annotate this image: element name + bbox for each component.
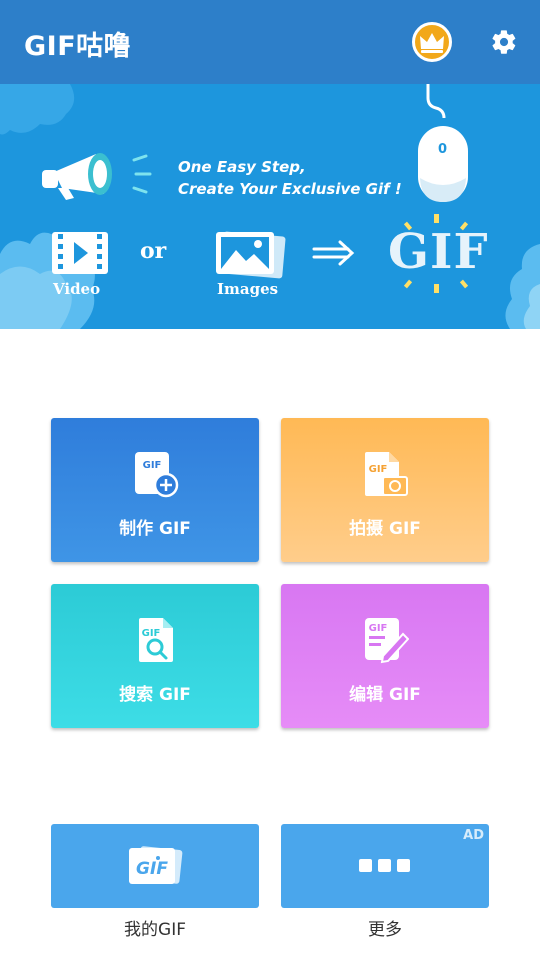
svg-text:GIF: GIF [143,460,162,471]
tagline-line-1: One Easy Step, [178,158,306,176]
images-icon [216,231,286,279]
app-title: GIF咕噜 [24,31,132,62]
banner-tagline: One Easy Step, Create Your Exclusive Gif… [178,156,402,200]
gif-stack-icon: GIF [129,846,183,884]
edit-gif-button[interactable]: GIF 编辑 GIF [281,584,489,728]
gif-search-icon: GIF [139,618,173,662]
crown-icon [420,33,444,53]
search-gif-button[interactable]: GIF 搜索 GIF [51,584,259,728]
video-icon [52,232,108,274]
shoot-gif-button[interactable]: GIF 拍摄 GIF [281,418,489,562]
vip-crown-button[interactable] [412,22,452,62]
gif-stack-text: GIF [136,859,168,879]
ad-badge: AD [463,828,484,843]
promo-banner[interactable]: One Easy Step, Create Your Exclusive Gif… [0,84,540,329]
arrow-right-icon [312,240,355,266]
video-label: Video [53,280,101,298]
settings-button[interactable] [486,24,522,60]
my-gif-button[interactable]: GIF [51,824,259,908]
more-dots-icon [359,859,410,872]
tagline-line-2: Create Your Exclusive Gif ! [178,180,402,198]
gear-icon [492,30,516,54]
make-gif-label: 制作 GIF [119,519,191,539]
more-label: 更多 [368,920,402,940]
app-bar: GIF咕噜 [0,0,540,84]
make-gif-button[interactable]: GIF 制作 GIF [51,418,259,562]
svg-text:GIF: GIF [369,623,388,634]
gif-wordmark: GIF [388,224,489,280]
my-gif-label: 我的GIF [124,920,186,940]
shoot-gif-label: 拍摄 GIF [349,519,421,539]
gif-camera-icon: GIF [365,452,408,496]
or-label: or [140,238,167,264]
images-label: Images [217,280,279,298]
megaphone-icon [42,153,152,200]
more-button[interactable]: AD [281,824,489,908]
edit-gif-label: 编辑 GIF [349,685,421,705]
search-gif-label: 搜索 GIF [119,685,191,705]
svg-text:GIF: GIF [369,464,388,475]
mouse-label: 0 [438,142,448,157]
svg-text:GIF: GIF [142,628,161,639]
gif-add-icon: GIF [135,452,179,498]
gif-edit-icon: GIF [365,618,409,664]
